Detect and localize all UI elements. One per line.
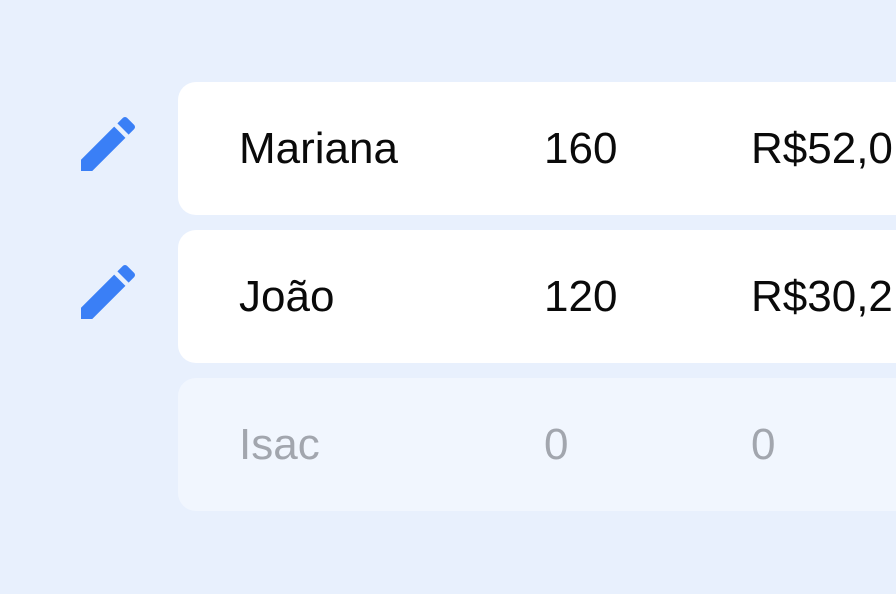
list-item[interactable]: Isac 0 0 [178, 378, 896, 511]
list-item[interactable]: João 120 R$30,2 [178, 230, 896, 363]
participant-quantity: 0 [544, 420, 569, 469]
participant-quantity: 160 [544, 124, 618, 173]
participant-name: Isac [239, 420, 320, 469]
list-item[interactable]: Mariana 160 R$52,0 [178, 82, 896, 215]
participant-quantity: 120 [544, 272, 618, 321]
participant-value: R$52,0 [751, 124, 893, 173]
participant-name: João [239, 272, 335, 321]
pencil-icon[interactable] [72, 108, 144, 180]
participant-name: Mariana [239, 124, 398, 173]
participant-value: 0 [751, 420, 776, 469]
pencil-icon[interactable] [72, 256, 144, 328]
participants-list: Mariana 160 R$52,0 João 120 R$30,2 Isac … [0, 0, 896, 594]
participant-value: R$30,2 [751, 272, 893, 321]
